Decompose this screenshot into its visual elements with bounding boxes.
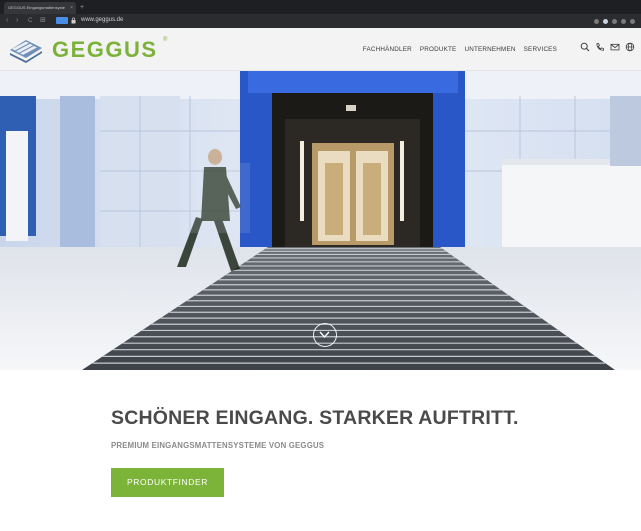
hero-image — [0, 71, 641, 370]
nav-item-produkte[interactable]: PRODUKTE — [420, 46, 457, 53]
chevron-down-icon — [319, 331, 330, 339]
phone-icon[interactable] — [595, 42, 605, 52]
page-headline: SCHÖNER EINGANG. STARKER AUFTRITT. — [111, 407, 519, 429]
new-tab-button[interactable]: + — [80, 2, 84, 14]
url-field[interactable]: www.geggus.de — [56, 17, 536, 25]
tab-close-icon[interactable]: × — [70, 2, 73, 14]
geggus-logo-icon[interactable] — [6, 34, 46, 64]
produktfinder-button[interactable]: PRODUKTFINDER — [111, 468, 224, 497]
main-navigation: FACHHÄNDLER PRODUKTE UNTERNEHMEN SERVICE… — [363, 28, 557, 71]
mail-icon[interactable] — [610, 42, 620, 52]
downloads-icon[interactable] — [630, 18, 635, 24]
scroll-down-button[interactable] — [313, 323, 337, 347]
browser-toolbar-icons — [594, 14, 635, 28]
nav-item-fachhaendler[interactable]: FACHHÄNDLER — [363, 46, 412, 53]
header-utility-icons — [580, 42, 635, 52]
nav-item-unternehmen[interactable]: UNTERNEHMEN — [464, 46, 515, 53]
extensions-icon[interactable] — [621, 18, 626, 24]
screenshot-icon[interactable] — [594, 18, 599, 24]
browser-address-bar: ‹ › C ⊞ www.geggus.de — [0, 14, 641, 28]
forward-button[interactable]: › — [16, 14, 18, 28]
globe-icon[interactable] — [625, 42, 635, 52]
back-button[interactable]: ‹ — [6, 14, 8, 28]
site-header: GEGGUS ® FACHHÄNDLER PRODUKTE UNTERNEHME… — [0, 28, 641, 71]
lock-icon — [71, 17, 76, 24]
reload-button[interactable]: C — [28, 14, 32, 28]
nav-item-services[interactable]: SERVICES — [524, 46, 557, 53]
browser-tab-bar: GEGGUS Eingangsmattensyste × + — [0, 0, 641, 14]
browser-tab-title: GEGGUS Eingangsmattensyste — [8, 5, 65, 10]
logo-wordmark[interactable]: GEGGUS — [52, 35, 158, 65]
site-info-badge[interactable] — [56, 17, 68, 24]
url-text: www.geggus.de — [81, 17, 124, 23]
logo-registered-mark: ® — [163, 37, 168, 43]
page-subheadline: PREMIUM EINGANGSMATTENSYSTEME VON GEGGUS — [111, 441, 325, 450]
search-icon[interactable] — [580, 42, 590, 52]
share-icon[interactable] — [612, 18, 617, 24]
speed-dial-button[interactable]: ⊞ — [40, 14, 46, 28]
vpn-icon[interactable] — [603, 18, 608, 24]
browser-tab[interactable]: GEGGUS Eingangsmattensyste × — [4, 2, 76, 14]
